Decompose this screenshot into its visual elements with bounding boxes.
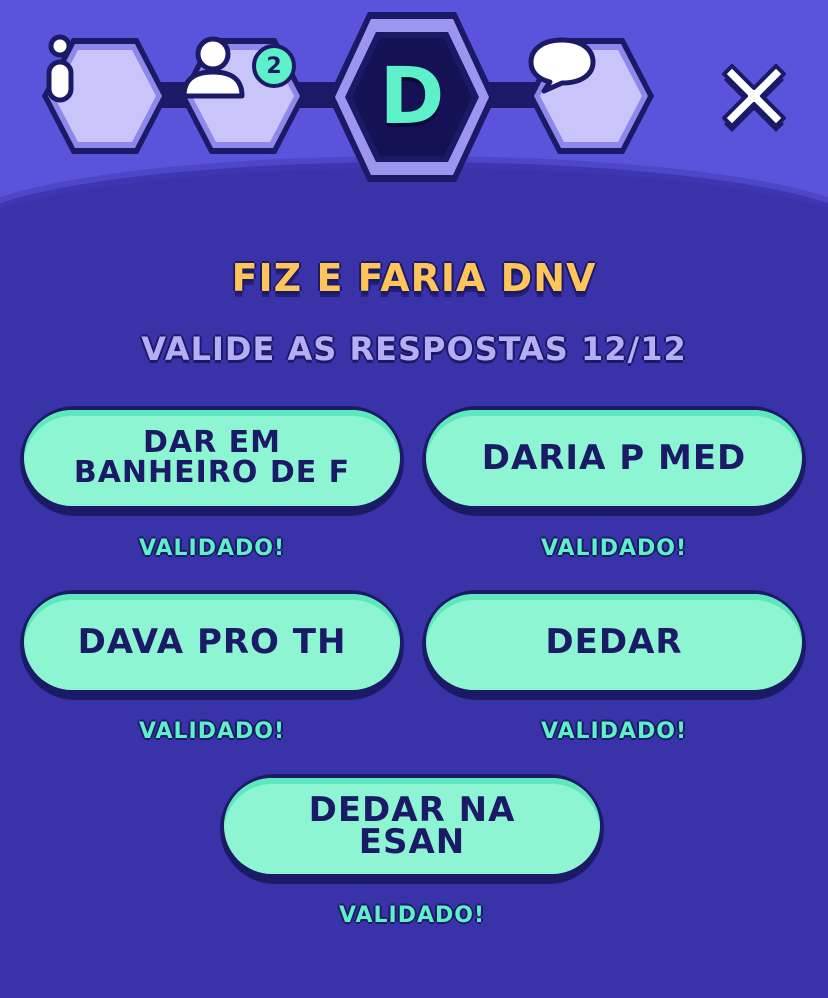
answer-card[interactable]: DEDAR NA ESAN [220,774,604,884]
players-count-badge: 2 [252,44,296,88]
info-button[interactable] [40,34,170,158]
validation-progress: VALIDE AS RESPOSTAS 12/12 [141,330,687,368]
validated-label: VALIDADO! [138,719,286,744]
current-letter-tile: D [324,8,500,186]
answer-card[interactable]: DEDAR [422,590,806,700]
answer-text: DAR EM BANHEIRO DE F [73,425,351,490]
close-button[interactable] [718,60,790,132]
answer-text: DARIA P MED [481,438,747,478]
answer-text: DEDAR NA ESAN [308,790,516,862]
category-title: FIZ E FARIA DNV [231,256,597,300]
validated-label: VALIDADO! [540,719,688,744]
chat-bubble-icon [526,34,656,158]
chat-button[interactable] [526,34,656,158]
answer-card[interactable]: DARIA P MED [422,406,806,516]
validated-label: VALIDADO! [338,903,486,928]
answer-card[interactable]: DAVA PRO TH [20,590,404,700]
close-icon [722,64,786,132]
info-icon [40,34,170,158]
validated-label: VALIDADO! [138,536,286,561]
answer-card[interactable]: DAR EM BANHEIRO DE F [20,406,404,516]
answer-text: DEDAR [545,622,683,662]
validated-label: VALIDADO! [540,536,688,561]
current-letter: D [379,52,445,142]
answer-text: DAVA PRO TH [77,622,347,662]
